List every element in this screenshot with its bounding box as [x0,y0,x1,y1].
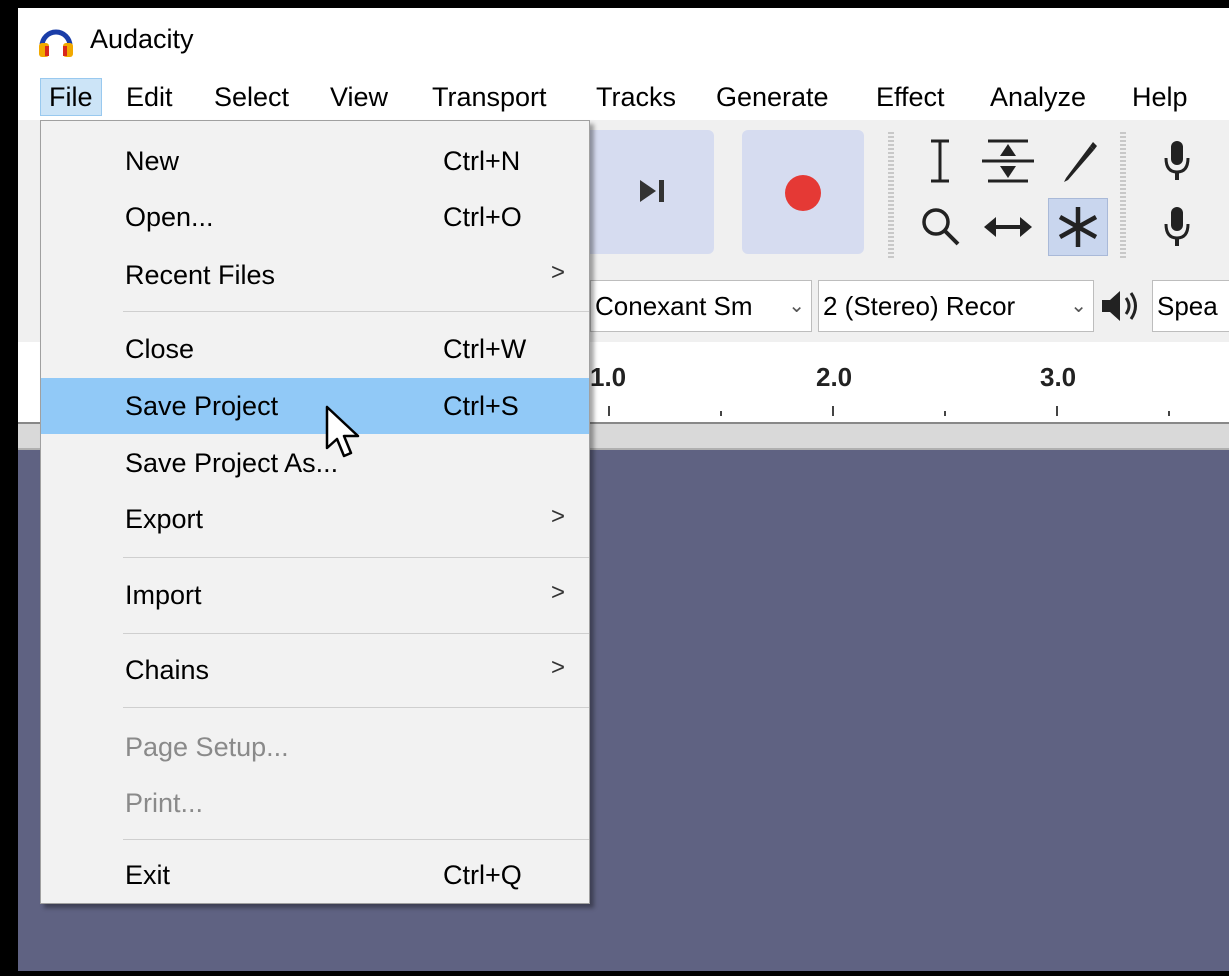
menu-item-import[interactable]: Import > [41,567,589,623]
menu-item-label: Recent Files [125,260,276,290]
menu-item-label: Save Project [125,391,279,421]
microphone-icon [1164,141,1190,180]
microphone-icon [1164,207,1190,246]
submenu-arrow-icon: > [551,503,566,530]
zoom-tool-icon [922,208,960,246]
menu-item-label: Print... [125,788,204,818]
multi-tool-icon [1058,207,1098,247]
menu-item-open[interactable]: Open... Ctrl+O [41,189,589,245]
ruler-tick [1056,406,1058,416]
recording-device-value: Conexant Sm [595,291,753,321]
menu-item-chains[interactable]: Chains > [41,642,589,698]
menu-item-label: Save Project As... [125,448,339,478]
menu-separator [123,311,589,312]
menu-item-shortcut: Ctrl+O [443,202,522,232]
menu-item-label: Chains [125,655,210,685]
mouse-pointer-icon [325,405,360,458]
toolbar-grip-2[interactable] [1120,132,1126,260]
zoom-tool-button[interactable] [910,198,970,256]
menu-generate[interactable]: Generate [708,78,837,116]
recording-channels-select[interactable]: 2 (Stereo) Recor ⌄ [818,280,1094,332]
chevron-down-icon: ⌄ [1070,295,1087,317]
menu-item-label: Page Setup... [125,732,289,762]
draw-tool-icon [1064,142,1097,182]
ruler-tick [608,406,610,416]
menu-separator [123,839,589,840]
menu-item-label: Exit [125,860,171,890]
playback-device-select[interactable]: Spea [1152,280,1229,332]
menu-bar: File Edit Select View Transport Tracks G… [18,72,1229,120]
menu-help[interactable]: Help [1124,78,1196,116]
menu-analyze[interactable]: Analyze [982,78,1094,116]
audacity-window: Audacity File Edit Select View Transport… [18,8,1229,971]
playback-device-value: Spea [1157,291,1218,321]
submenu-arrow-icon: > [551,259,566,286]
ruler-tick [944,411,946,416]
ruler-tick [1168,411,1170,416]
audacity-headphones-icon [39,29,73,57]
menu-item-close[interactable]: Close Ctrl+W [41,321,589,377]
menu-item-exit[interactable]: Exit Ctrl+Q [41,847,589,903]
menu-item-label: Import [125,580,202,610]
recording-channels-value: 2 (Stereo) Recor [823,291,1016,321]
menu-item-label: Open... [125,202,214,232]
menu-item-shortcut: Ctrl+W [443,334,527,364]
record-button[interactable] [742,130,864,254]
submenu-arrow-icon: > [551,654,566,681]
skip-to-end-icon [640,180,664,202]
speaker-icon [1102,291,1137,321]
menu-item-save-project-as[interactable]: Save Project As... [41,435,589,491]
submenu-arrow-icon: > [551,579,566,606]
menu-item-shortcut: Ctrl+Q [443,860,522,890]
menu-item-print: Print... [41,775,589,831]
menu-transport[interactable]: Transport [424,78,555,116]
time-shift-tool-button[interactable] [978,198,1038,256]
menu-item-save-project[interactable]: Save Project Ctrl+S [41,378,589,434]
menu-item-export[interactable]: Export > [41,491,589,547]
multi-tool-button[interactable] [1048,198,1108,256]
envelope-tool-button[interactable] [978,132,1038,190]
menu-item-label: New [125,146,180,176]
file-menu-dropdown: New Ctrl+N Open... Ctrl+O Recent Files >… [40,120,590,904]
recording-device-select[interactable]: Conexant Sm ⌄ [590,280,812,332]
draw-tool-button[interactable] [1048,132,1108,190]
ruler-tick [832,406,834,416]
selection-tool-icon [931,139,949,183]
menu-item-shortcut: Ctrl+S [443,391,519,421]
ruler-label: 2.0 [816,362,853,392]
menu-tracks[interactable]: Tracks [588,78,684,116]
ruler-tick [720,411,722,416]
menu-select[interactable]: Select [206,78,297,116]
record-icon [785,175,821,211]
menu-edit[interactable]: Edit [118,78,181,116]
menu-effect[interactable]: Effect [868,78,953,116]
window-title: Audacity [90,24,194,54]
toolbar-grip[interactable] [888,132,894,260]
envelope-tool-icon [982,139,1034,183]
menu-view[interactable]: View [322,78,396,116]
menu-item-shortcut: Ctrl+N [443,146,521,176]
menu-separator [123,633,589,634]
time-shift-tool-icon [984,217,1032,237]
menu-file[interactable]: File [40,78,102,116]
recording-meter-button[interactable] [1142,132,1212,190]
menu-separator [123,707,589,708]
ruler-label: 3.0 [1040,362,1077,392]
menu-item-label: Export [125,504,204,534]
title-bar: Audacity [18,8,1229,72]
ruler-label: 1.0 [590,362,627,392]
menu-item-page-setup: Page Setup... [41,719,589,775]
chevron-down-icon: ⌄ [788,295,805,317]
menu-separator [123,557,589,558]
selection-tool-button[interactable] [910,132,970,190]
playback-meter-button[interactable] [1142,198,1212,256]
menu-item-new[interactable]: New Ctrl+N [41,133,589,189]
menu-item-recent-files[interactable]: Recent Files > [41,247,589,303]
screenshot-frame: Audacity File Edit Select View Transport… [0,0,1229,976]
menu-item-label: Close [125,334,195,364]
